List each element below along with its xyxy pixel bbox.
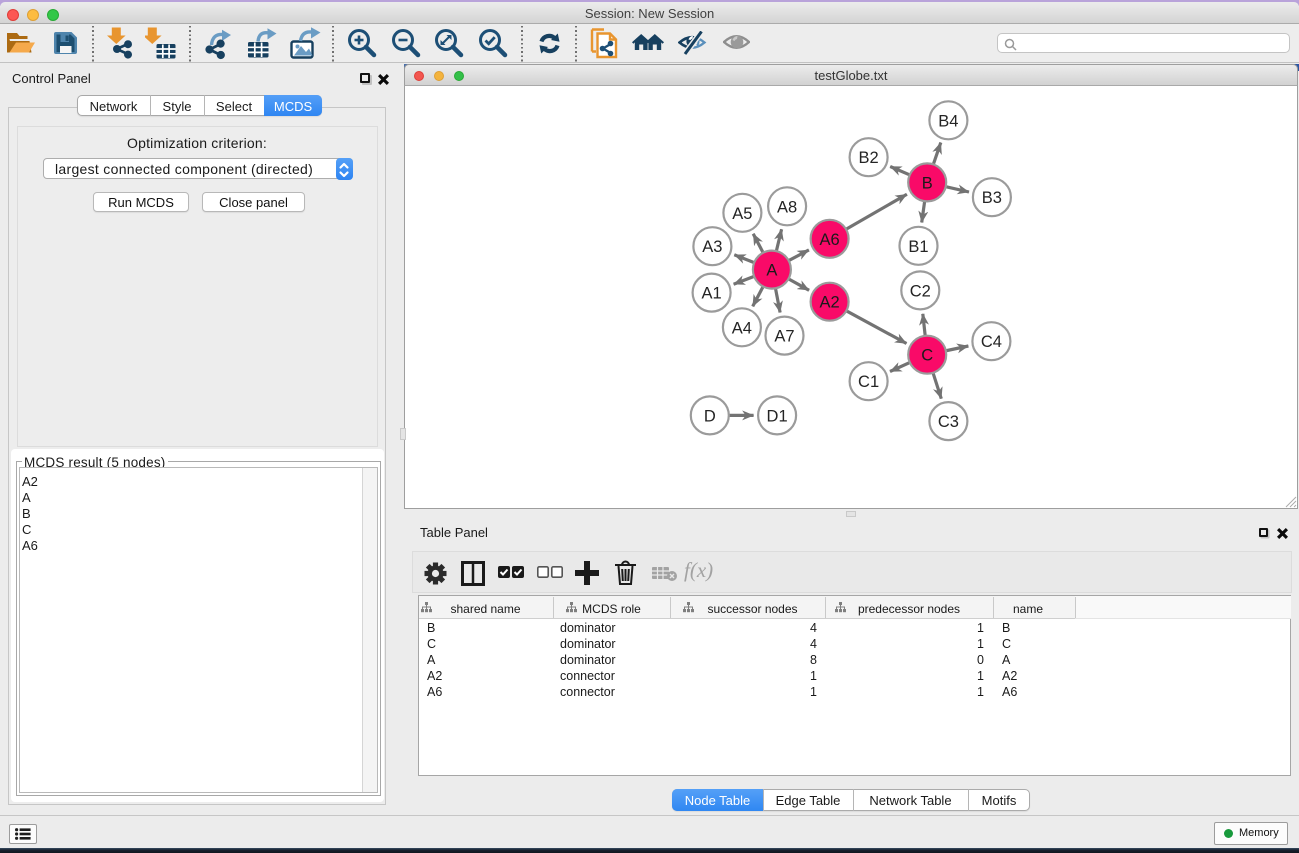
svg-text:B: B bbox=[922, 174, 933, 192]
svg-text:A8: A8 bbox=[777, 198, 797, 216]
svg-text:C2: C2 bbox=[910, 282, 931, 300]
svg-text:C: C bbox=[921, 347, 933, 365]
svg-text:D1: D1 bbox=[767, 407, 788, 425]
svg-text:B4: B4 bbox=[938, 112, 958, 130]
svg-text:A1: A1 bbox=[702, 285, 722, 303]
svg-text:C1: C1 bbox=[858, 373, 879, 391]
svg-text:A5: A5 bbox=[732, 205, 752, 223]
svg-text:A: A bbox=[766, 262, 777, 280]
svg-text:A4: A4 bbox=[732, 319, 752, 337]
svg-text:B3: B3 bbox=[982, 189, 1002, 207]
svg-text:C4: C4 bbox=[981, 333, 1002, 351]
svg-text:B2: B2 bbox=[859, 149, 879, 167]
svg-text:D: D bbox=[704, 407, 716, 425]
svg-text:C3: C3 bbox=[938, 413, 959, 431]
svg-text:B1: B1 bbox=[908, 238, 928, 256]
svg-text:A3: A3 bbox=[702, 238, 722, 256]
svg-text:A6: A6 bbox=[820, 231, 840, 249]
svg-text:A7: A7 bbox=[774, 328, 794, 346]
svg-text:A2: A2 bbox=[820, 294, 840, 312]
